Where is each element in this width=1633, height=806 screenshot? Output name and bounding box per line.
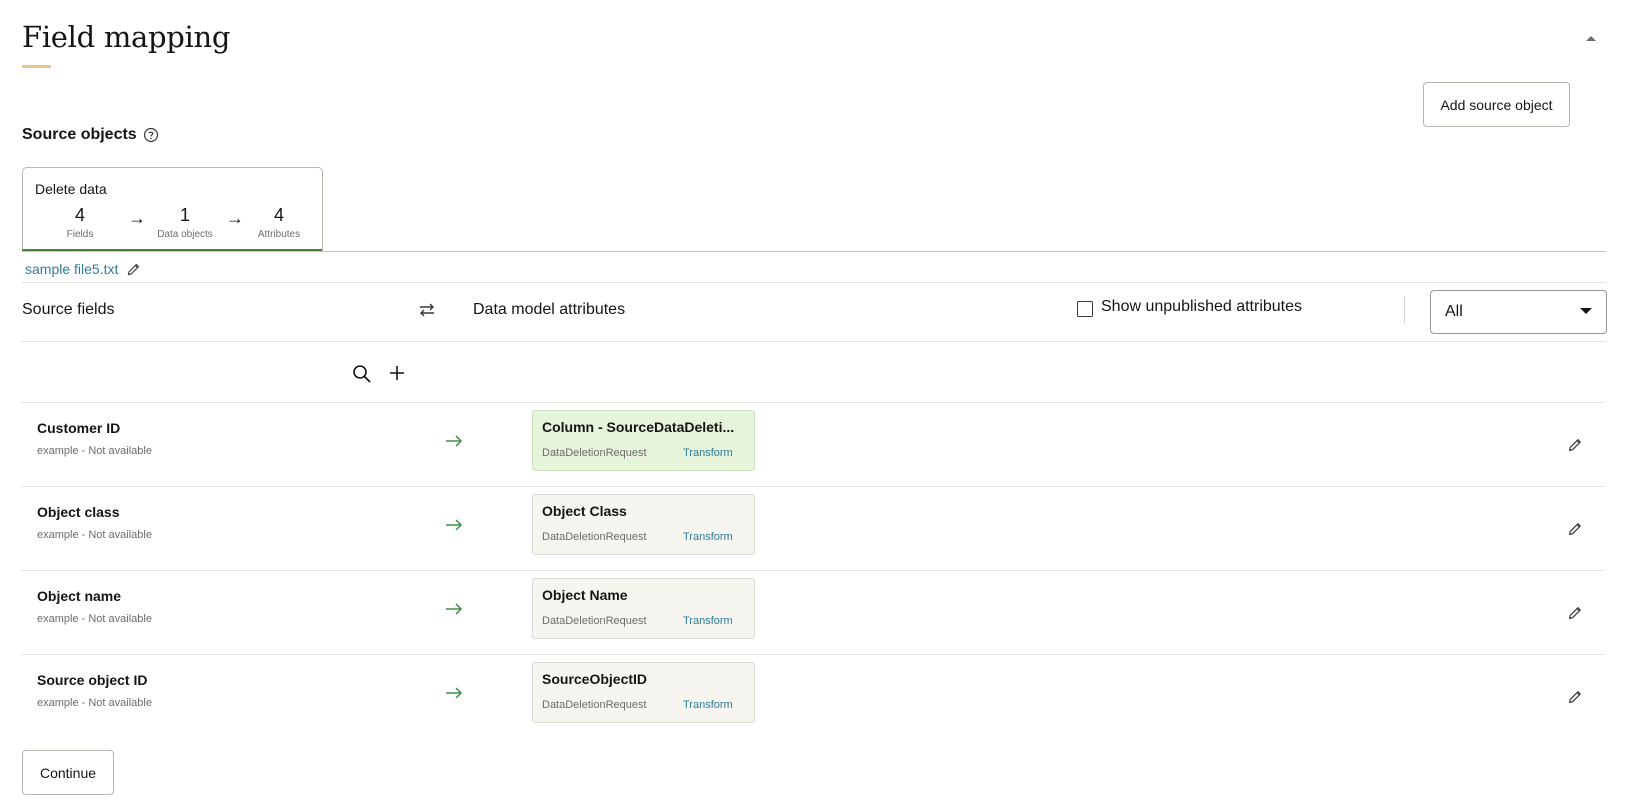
transform-link[interactable]: Transform (683, 615, 733, 627)
source-field-example: example - Not available (37, 445, 152, 457)
search-icon[interactable] (352, 364, 372, 384)
help-icon[interactable] (143, 127, 159, 143)
attribute-object: DataDeletionRequest (542, 699, 647, 711)
fields-count: 4 (74, 205, 85, 225)
caret-down-icon (1580, 308, 1592, 314)
attribute-object: DataDeletionRequest (542, 447, 647, 459)
attribute-object: DataDeletionRequest (542, 531, 647, 543)
attributes-stat: 4 Attributes (239, 205, 319, 240)
add-source-object-button[interactable]: Add source object (1423, 82, 1570, 127)
attributes-label: Attributes (257, 229, 301, 240)
source-objects-heading: Source objects (22, 126, 159, 144)
page-title: Field mapping (22, 20, 231, 54)
transform-link[interactable]: Transform (683, 699, 733, 711)
source-field-name: Object name (37, 588, 122, 604)
divider (1404, 296, 1405, 324)
attributes-count: 4 (273, 205, 284, 225)
attribute-name: Column - SourceDataDeleti... (542, 419, 735, 435)
edit-pencil-icon[interactable] (126, 262, 141, 277)
edit-pencil-icon[interactable] (1567, 521, 1583, 537)
mapping-arrow-icon (446, 603, 463, 615)
edit-pencil-icon[interactable] (1567, 605, 1583, 621)
row-divider (22, 570, 1604, 571)
data-objects-stat: 1 Data objects (145, 205, 225, 240)
row-divider (22, 654, 1604, 655)
right-arrow-icon: → (128, 208, 146, 228)
title-underline (22, 65, 51, 68)
attribute-name: Object Class (542, 503, 627, 519)
card-title: Delete data (35, 181, 107, 197)
mapping-arrow-icon (446, 519, 463, 531)
row-divider (22, 486, 1604, 487)
attribute-box[interactable]: SourceObjectID DataDeletionRequest Trans… (532, 662, 755, 723)
source-field-name: Customer ID (37, 420, 121, 436)
continue-button[interactable]: Continue (22, 750, 114, 795)
data-objects-count: 1 (179, 205, 190, 225)
show-unpublished-label[interactable]: Show unpublished attributes (1101, 298, 1302, 316)
select-value: All (1445, 303, 1463, 320)
source-fields-header: Source fields (22, 301, 115, 318)
transform-link[interactable]: Transform (683, 447, 733, 459)
source-field-example: example - Not available (37, 697, 152, 709)
source-field-example: example - Not available (37, 613, 152, 625)
fields-label: Fields (66, 229, 94, 240)
data-objects-label: Data objects (157, 229, 213, 240)
divider (22, 251, 1606, 252)
divider (22, 341, 1606, 342)
attribute-filter-select[interactable]: All (1430, 290, 1607, 334)
collapse-chevron-icon[interactable] (1583, 30, 1599, 46)
show-unpublished-checkbox[interactable] (1077, 301, 1093, 317)
attribute-box[interactable]: Object Class DataDeletionRequest Transfo… (532, 494, 755, 555)
file-name-row: sample file5.txt (25, 261, 141, 277)
edit-pencil-icon[interactable] (1567, 689, 1583, 705)
source-field-name: Object class (37, 504, 120, 520)
data-model-attributes-header: Data model attributes (473, 301, 626, 318)
mapping-arrow-icon (446, 687, 463, 699)
attribute-name: SourceObjectID (542, 671, 648, 687)
attribute-object: DataDeletionRequest (542, 615, 647, 627)
mapping-arrow-icon (446, 435, 463, 447)
source-field-name: Source object ID (37, 672, 148, 688)
transform-link[interactable]: Transform (683, 531, 733, 543)
attribute-name: Object Name (542, 587, 628, 603)
file-name-link[interactable]: sample file5.txt (25, 261, 118, 277)
source-objects-title: Source objects (22, 126, 137, 143)
attribute-box[interactable]: Object Name DataDeletionRequest Transfor… (532, 578, 755, 639)
divider (22, 282, 1606, 283)
row-divider (22, 402, 1604, 403)
source-object-card-delete-data[interactable]: Delete data 4 Fields → 1 Data objects → … (22, 167, 323, 252)
plus-icon[interactable] (387, 363, 407, 383)
fields-stat: 4 Fields (40, 205, 120, 240)
attribute-box[interactable]: Column - SourceDataDeleti... DataDeletio… (532, 410, 755, 471)
edit-pencil-icon[interactable] (1567, 437, 1583, 453)
source-field-example: example - Not available (37, 529, 152, 541)
swap-arrows-icon[interactable] (418, 302, 436, 318)
